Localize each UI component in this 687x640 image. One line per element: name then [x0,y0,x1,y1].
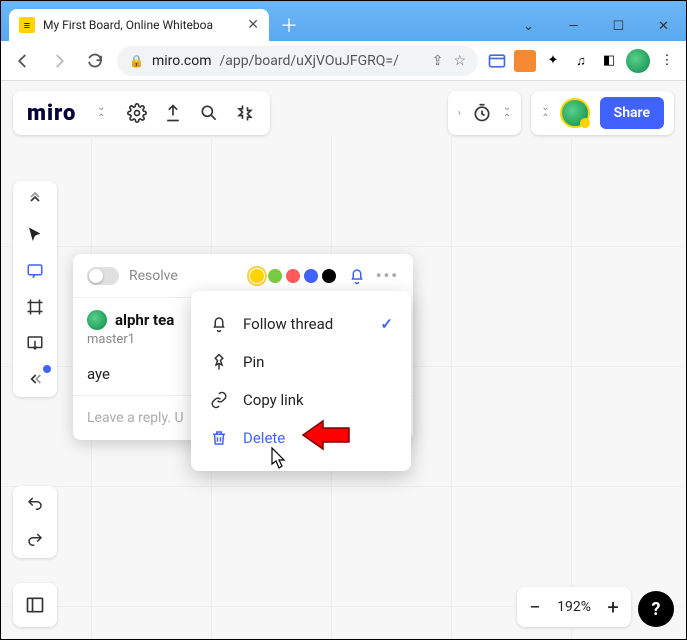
timer-more-icon[interactable]: ⌄⌃ [503,102,511,124]
user-avatar[interactable] [560,98,590,128]
comment-author-name: alphr tea [115,311,174,329]
browser-tab[interactable]: ≡ My First Board, Online Whiteboa ✕ [9,9,269,41]
cursor-pointer-icon [266,446,288,472]
search-icon[interactable] [198,102,220,124]
zoom-in-button[interactable]: + [603,595,623,619]
address-bar[interactable]: 🔒 miro.com/app/board/uXjVOuJFGRQ=/ ⇪ ☆ [117,46,478,76]
color-red[interactable] [286,269,300,283]
window-more-icon[interactable]: ⌄ [506,11,551,41]
annotation-arrow-icon [301,418,351,452]
color-blue[interactable] [304,269,318,283]
tab-title: My First Board, Online Whiteboa [43,18,239,32]
timer-prev-icon[interactable]: › [458,108,461,119]
close-tab-icon[interactable]: ✕ [247,17,259,33]
share-url-icon[interactable]: ⇪ [432,53,444,69]
export-icon[interactable] [162,102,184,124]
undo-icon[interactable] [23,492,47,516]
star-icon[interactable]: ☆ [453,53,466,69]
extension-translate-icon[interactable] [486,50,508,72]
settings-gear-icon[interactable] [126,102,148,124]
resolve-label: Resolve [129,268,178,284]
url-path: /app/board/uXjVOuJFGRQ=/ [220,53,399,69]
browser-toolbar: 🔒 miro.com/app/board/uXjVOuJFGRQ=/ ⇪ ☆ ✦… [1,41,686,81]
window-maximize-icon[interactable]: ☐ [596,11,641,41]
bell-icon [209,315,229,333]
menu-follow-label: Follow thread [243,315,333,333]
presence-more-icon[interactable]: ⌄⌃ [541,102,549,124]
forward-button[interactable] [45,47,73,75]
board-menu-chevron-icon[interactable]: ⌄⌃ [90,102,112,124]
frame-tool-icon[interactable] [23,295,47,319]
presentation-tool-icon[interactable] [23,331,47,355]
zoom-out-button[interactable]: − [525,595,545,619]
app-toolbar-mid: › ⌄⌃ [448,91,521,135]
window-titlebar: ≡ My First Board, Online Whiteboa ✕ ＋ ⌄ … [1,1,686,41]
help-button[interactable]: ? [638,591,674,627]
profile-avatar-icon[interactable] [626,49,650,73]
menu-pin-label: Pin [243,353,264,371]
comment-author-avatar [87,310,107,330]
app-toolbar-right: ⌄⌃ Share [531,91,674,135]
browser-menu-icon[interactable]: ⋮ [656,50,678,72]
back-button[interactable] [9,47,37,75]
more-tools-icon[interactable] [23,367,47,391]
miro-favicon: ≡ [19,17,35,33]
url-host: miro.com [152,53,212,69]
history-toolbar [13,486,57,558]
color-picker: ••• [250,266,399,285]
left-toolbar [13,181,57,397]
comment-more-icon[interactable]: ••• [376,266,399,285]
lock-icon: 🔒 [129,54,144,68]
window-close-icon[interactable]: ✕ [641,11,686,41]
new-tab-button[interactable]: ＋ [275,11,303,39]
zoom-controls: − 192% + [517,587,631,627]
extensions: ✦ ♫ ◧ ⋮ [486,49,678,73]
link-icon [209,391,229,409]
check-icon: ✓ [380,315,393,333]
plugin-icon[interactable] [234,102,256,124]
select-tool-icon[interactable] [23,223,47,247]
bell-icon[interactable] [348,267,366,285]
window-controls: ⌄ ― ☐ ✕ [506,11,686,41]
miro-logo[interactable]: miro [27,101,76,126]
extension-metamask-icon[interactable] [514,50,536,72]
bottom-left-toolbar [13,583,57,627]
reply-placeholder: Leave a reply. U [87,410,184,426]
color-green[interactable] [268,269,282,283]
pin-icon [209,353,229,371]
menu-pin[interactable]: Pin [191,343,411,381]
resolve-toggle[interactable] [87,267,119,285]
redo-icon[interactable] [23,528,47,552]
collapse-toolbar-icon[interactable] [23,187,47,211]
color-black[interactable] [322,269,336,283]
timer-icon[interactable] [471,102,493,124]
extension-puzzle-icon[interactable]: ✦ [542,50,564,72]
comment-tool-icon[interactable] [23,259,47,283]
menu-copy-link[interactable]: Copy link [191,381,411,419]
zoom-level[interactable]: 192% [557,599,591,615]
menu-follow-thread[interactable]: Follow thread ✓ [191,305,411,343]
window-minimize-icon[interactable]: ― [551,11,596,41]
share-button[interactable]: Share [600,97,664,129]
minimap-toggle-icon[interactable] [13,583,57,627]
reload-button[interactable] [81,47,109,75]
app-toolbar-left: miro ⌄⌃ [13,91,270,135]
extension-panel-icon[interactable]: ◧ [598,50,620,72]
extension-playlist-icon[interactable]: ♫ [570,50,592,72]
menu-delete-label: Delete [243,429,285,447]
color-yellow[interactable] [250,269,264,283]
menu-copy-label: Copy link [243,391,304,409]
trash-icon [209,429,229,447]
